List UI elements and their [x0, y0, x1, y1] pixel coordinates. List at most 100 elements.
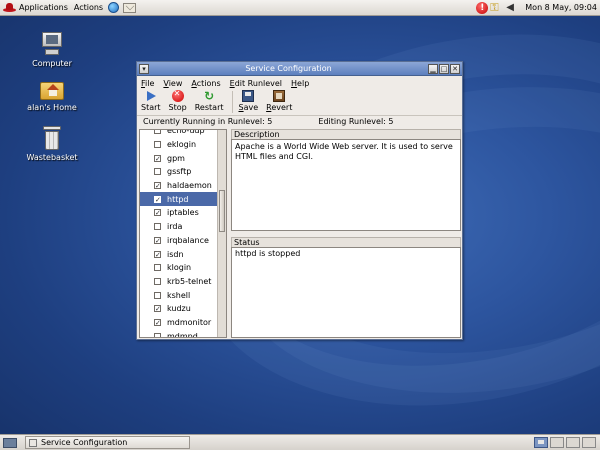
applications-menu-label: Applications: [19, 3, 68, 12]
floppy-disk-icon: [242, 90, 255, 102]
service-checkbox[interactable]: ✓: [154, 195, 161, 203]
description-label: Description: [231, 129, 461, 139]
desktop-icon-wastebasket[interactable]: Wastebasket: [17, 126, 87, 162]
trash-icon: [43, 126, 61, 150]
service-checkbox[interactable]: ✓: [154, 305, 161, 313]
service-checkbox[interactable]: [154, 291, 161, 299]
service-row[interactable]: echo-udp: [140, 129, 218, 138]
service-checkbox[interactable]: ✓: [154, 182, 161, 190]
service-checkbox[interactable]: [154, 223, 161, 231]
service-row[interactable]: ✓ irqbalance: [140, 234, 218, 248]
content-area: echo-udp eklogin ✓ gpm gssftp ✓ haldaemon ✓ http…: [139, 129, 461, 338]
service-checkbox[interactable]: ✓: [154, 236, 161, 244]
service-rows: echo-udp eklogin ✓ gpm gssftp ✓ haldaemon ✓ http…: [140, 129, 218, 337]
revert-button[interactable]: Revert: [266, 90, 292, 112]
clock[interactable]: Mon 8 May, 09:04: [522, 0, 600, 16]
workspace-4[interactable]: [582, 437, 596, 448]
window-menu-button[interactable]: ▾: [139, 63, 149, 74]
service-row[interactable]: gssftp: [140, 165, 218, 179]
service-name: kudzu: [167, 304, 191, 314]
service-row[interactable]: ✓ haldaemon: [140, 179, 218, 193]
desktop-icon-label: alan's Home: [27, 103, 77, 112]
service-checkbox[interactable]: ✓: [154, 154, 161, 162]
service-checkbox[interactable]: [154, 332, 161, 337]
service-list-scrollbar[interactable]: [217, 130, 226, 337]
save-button[interactable]: Save: [238, 90, 259, 112]
service-row[interactable]: ✓ mdmonitor: [140, 316, 218, 330]
service-name: eklogin: [167, 140, 197, 150]
toolbar: Start Stop ↻ Restart Save Revert: [137, 89, 462, 116]
service-name: irda: [167, 222, 183, 232]
menu-file[interactable]: File: [141, 79, 154, 88]
mail-client-icon[interactable]: [123, 2, 137, 13]
service-row[interactable]: krb5-telnet: [140, 275, 218, 289]
runlevel-bar: Currently Running in Runlevel: 5 Editing…: [137, 116, 462, 127]
service-checkbox[interactable]: [154, 277, 161, 285]
key-icon[interactable]: ⚿: [490, 1, 504, 14]
service-name: iptables: [167, 208, 199, 218]
service-row[interactable]: eklogin: [140, 138, 218, 152]
save-button-label: Save: [238, 103, 259, 112]
editing-runlevel: Editing Runlevel: 5: [318, 117, 394, 126]
stop-button[interactable]: Stop: [168, 89, 187, 112]
window-titlebar[interactable]: ▾ Service Configuration ▁ □ ✕: [137, 62, 462, 76]
service-row[interactable]: klogin: [140, 261, 218, 275]
scrollbar-thumb[interactable]: [219, 190, 225, 232]
service-row[interactable]: ✓ gpm: [140, 151, 218, 165]
service-name: gpm: [167, 153, 185, 163]
service-checkbox[interactable]: [154, 168, 161, 176]
menu-view[interactable]: View: [163, 79, 182, 88]
service-checkbox[interactable]: [154, 130, 161, 135]
service-row[interactable]: mdmpd: [140, 329, 218, 337]
service-name: httpd: [167, 194, 189, 204]
computer-icon: [41, 32, 63, 56]
status-label: Status: [231, 237, 461, 247]
service-name: isdn: [167, 249, 184, 259]
service-checkbox[interactable]: [154, 141, 161, 149]
service-row[interactable]: ✓ httpd: [140, 192, 218, 207]
stop-button-label: Stop: [168, 103, 187, 112]
stop-icon: [171, 89, 184, 102]
menu-edit-runlevel[interactable]: Edit Runlevel: [230, 79, 282, 88]
start-button-label: Start: [141, 103, 161, 112]
workspace-2[interactable]: [550, 437, 564, 448]
restart-button[interactable]: ↻ Restart: [195, 90, 224, 112]
redhat-icon: [3, 2, 16, 13]
menu-help[interactable]: Help: [291, 79, 309, 88]
details-pane: Description Apache is a World Wide Web s…: [231, 129, 461, 338]
service-checkbox[interactable]: ✓: [154, 250, 161, 258]
desktop-icon-home[interactable]: alan's Home: [17, 78, 87, 112]
service-checkbox[interactable]: ✓: [154, 318, 161, 326]
service-row[interactable]: ✓ isdn: [140, 247, 218, 261]
maximize-button[interactable]: □: [439, 63, 449, 74]
service-name: echo-udp: [167, 129, 205, 136]
desktop-icon-label: Wastebasket: [26, 153, 78, 162]
play-icon: [146, 91, 156, 101]
close-button[interactable]: ✕: [450, 63, 460, 74]
service-row[interactable]: irda: [140, 220, 218, 234]
workspace-3[interactable]: [566, 437, 580, 448]
service-checkbox[interactable]: [154, 264, 161, 272]
minimize-button[interactable]: ▁: [428, 63, 438, 74]
service-row[interactable]: kshell: [140, 288, 218, 302]
menu-actions[interactable]: Actions: [191, 79, 220, 88]
show-desktop-icon[interactable]: [3, 437, 17, 448]
volume-icon[interactable]: ◀: [506, 2, 518, 14]
top-panel: Applications Actions ! ⚿ ◀ Mon 8 May, 09…: [0, 0, 600, 16]
service-name: krb5-telnet: [167, 276, 212, 286]
service-list[interactable]: echo-udp eklogin ✓ gpm gssftp ✓ haldaemon ✓ http…: [139, 129, 227, 338]
service-row[interactable]: ✓ iptables: [140, 206, 218, 220]
start-button[interactable]: Start: [141, 90, 161, 112]
desktop-icon-computer[interactable]: Computer: [17, 32, 87, 68]
service-row[interactable]: ✓ kudzu: [140, 302, 218, 316]
taskbar-item-service-configuration[interactable]: Service Configuration: [25, 436, 190, 449]
workspace-1[interactable]: [534, 437, 548, 448]
status-text: httpd is stopped: [231, 247, 461, 338]
web-browser-icon[interactable]: [108, 2, 120, 13]
service-name: mdmonitor: [167, 317, 212, 327]
update-alert-icon[interactable]: !: [476, 1, 489, 14]
service-checkbox[interactable]: ✓: [154, 209, 161, 217]
window-title: Service Configuration: [245, 64, 332, 73]
actions-menu[interactable]: Actions: [71, 0, 106, 16]
applications-menu[interactable]: Applications: [0, 0, 71, 16]
